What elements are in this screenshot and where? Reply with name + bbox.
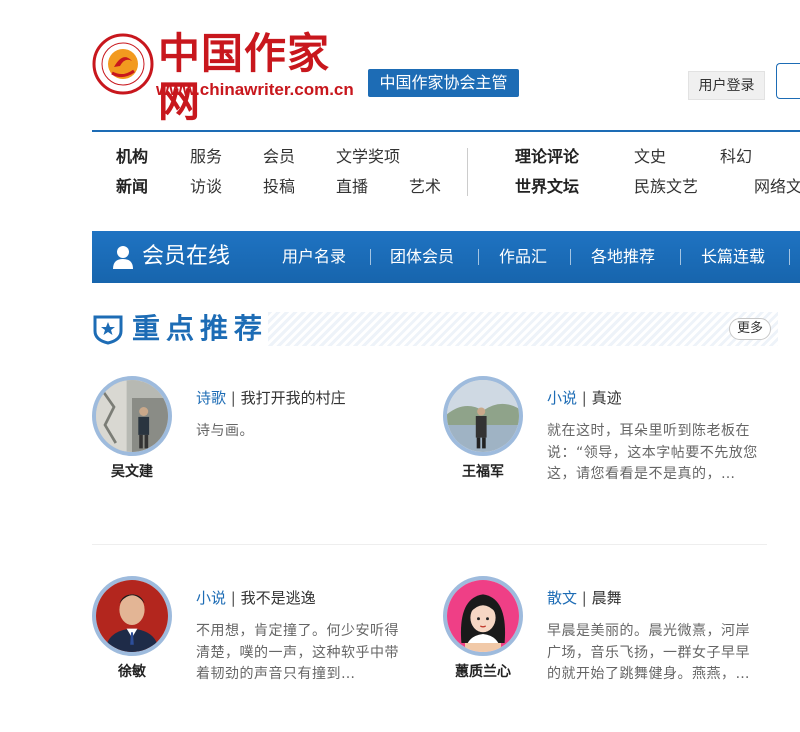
- title-separator: |: [230, 389, 236, 407]
- bar-separator: [570, 249, 571, 265]
- logo-url-text: www.chinawriter.com.cn: [156, 80, 354, 99]
- bar-separator: [370, 249, 371, 265]
- org-badge: 中国作家协会主管: [368, 69, 519, 97]
- section-title: 重点推荐: [132, 312, 269, 345]
- author-photo: [96, 580, 168, 652]
- article-title[interactable]: 散文 | 晨舞: [547, 588, 622, 608]
- nav-link-jigou[interactable]: 机构: [116, 147, 148, 167]
- header-divider: [92, 130, 800, 132]
- member-link-yonghuminglu[interactable]: 用户名录: [282, 246, 346, 268]
- article-category[interactable]: 散文: [547, 589, 577, 607]
- article-name[interactable]: 晨舞: [592, 589, 622, 607]
- user-icon: [113, 246, 133, 269]
- member-bar-title[interactable]: 会员在线: [142, 242, 230, 272]
- search-input[interactable]: [776, 63, 800, 99]
- article-title[interactable]: 小说 | 我不是逃逸: [196, 588, 316, 608]
- author-name[interactable]: 王福军: [433, 463, 533, 481]
- article-title[interactable]: 诗歌 | 我打开我的村庄: [196, 388, 346, 408]
- bar-separator: [680, 249, 681, 265]
- nav-link-minzuwenyi[interactable]: 民族文艺: [634, 177, 698, 197]
- nav-link-wangluowen[interactable]: 网络文: [754, 177, 800, 197]
- author-photo: [447, 380, 519, 452]
- article-name[interactable]: 我打开我的村庄: [241, 389, 346, 407]
- bar-separator: [478, 249, 479, 265]
- nav-link-fuwu[interactable]: 服务: [190, 147, 222, 167]
- author-avatar[interactable]: [443, 576, 523, 656]
- author-illustration: [447, 580, 519, 652]
- nav-link-wenshi[interactable]: 文史: [634, 147, 666, 167]
- article-summary: 不用想，肯定撞了。何少安听得清楚，噗的一声，这种软乎中带着韧劲的声音只有撞到…: [196, 623, 399, 682]
- author-name[interactable]: 吴文建: [82, 463, 182, 481]
- article-category[interactable]: 小说: [196, 589, 226, 607]
- nav-link-kehuan[interactable]: 科幻: [720, 147, 752, 167]
- title-separator: |: [581, 589, 587, 607]
- bar-separator: [789, 249, 790, 265]
- title-separator: |: [230, 589, 236, 607]
- star-shield-icon: [93, 315, 123, 345]
- author-avatar[interactable]: [443, 376, 523, 456]
- member-link-tuantihuiyuan[interactable]: 团体会员: [390, 246, 454, 268]
- row-divider: [92, 544, 767, 545]
- author-name[interactable]: 徐敏: [82, 663, 182, 681]
- nav-link-yishu[interactable]: 艺术: [409, 177, 441, 197]
- article-summary: 早晨是美丽的。晨光微熹，河岸广场，音乐飞扬，一群女子早早的就开始了跳舞健身。燕燕…: [547, 623, 750, 682]
- article-summary: 诗与画。: [196, 423, 254, 439]
- author-avatar[interactable]: [92, 576, 172, 656]
- nav-link-wenxuejiangxiang[interactable]: 文学奖项: [336, 147, 400, 167]
- nav-link-fangtan[interactable]: 访谈: [190, 177, 222, 197]
- more-button[interactable]: 更多: [729, 318, 771, 340]
- nav-link-lilunpinglun[interactable]: 理论评论: [515, 147, 579, 167]
- article-summary: 就在这时，耳朵里听到陈老板在说：“领导，这本字帖要不先放您这，请您看看是不是真的…: [547, 423, 758, 482]
- article-title[interactable]: 小说 | 真迹: [547, 388, 622, 408]
- nav-link-tougao[interactable]: 投稿: [263, 177, 295, 197]
- member-link-changpianlianzai[interactable]: 长篇连载: [701, 246, 765, 268]
- section-title-stripe: [268, 312, 778, 346]
- nav-link-huiyuan[interactable]: 会员: [263, 147, 295, 167]
- nav-link-xinwen[interactable]: 新闻: [116, 177, 148, 197]
- author-name[interactable]: 蕙质兰心: [433, 663, 533, 681]
- article-category[interactable]: 小说: [547, 389, 577, 407]
- article-category[interactable]: 诗歌: [196, 389, 226, 407]
- nav-divider: [467, 148, 468, 196]
- writers-association-emblem-icon: [92, 33, 154, 95]
- author-photo: [96, 380, 168, 452]
- nav-link-shijiewentan[interactable]: 世界文坛: [515, 177, 579, 197]
- member-link-zuopinhui[interactable]: 作品汇: [499, 246, 547, 268]
- member-link-gedituijian[interactable]: 各地推荐: [591, 246, 655, 268]
- site-logo[interactable]: 中国作家网 www.chinawriter.com.cn: [92, 30, 357, 126]
- article-name[interactable]: 我不是逃逸: [241, 589, 316, 607]
- author-avatar[interactable]: [92, 376, 172, 456]
- nav-link-zhibo[interactable]: 直播: [336, 177, 368, 197]
- article-name[interactable]: 真迹: [592, 389, 622, 407]
- title-separator: |: [581, 389, 587, 407]
- login-button[interactable]: 用户登录: [688, 71, 765, 100]
- logo-chinese-text: 中国作家网: [158, 29, 331, 126]
